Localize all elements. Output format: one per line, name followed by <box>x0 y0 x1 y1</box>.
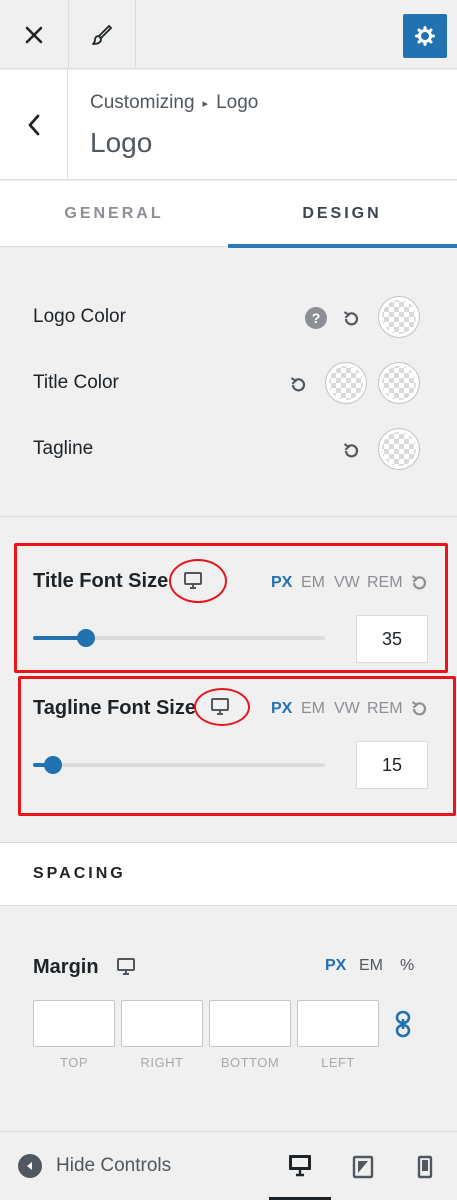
tab-design[interactable]: DESIGN <box>228 181 457 248</box>
margin-bottom-input[interactable] <box>209 1000 291 1047</box>
brush-icon <box>92 24 113 45</box>
margin-top-input[interactable] <box>33 1000 115 1047</box>
tagline-font-size-label: Tagline Font Size <box>33 697 196 719</box>
breadcrumb-parent: Customizing <box>90 92 195 113</box>
desktop-icon[interactable] <box>210 696 230 716</box>
collapse-icon <box>18 1154 42 1178</box>
tagline-color-swatch[interactable] <box>378 428 420 470</box>
title-color-label: Title Color <box>33 372 119 393</box>
unit-em[interactable]: EM <box>301 700 325 718</box>
close-button[interactable] <box>0 0 69 69</box>
spacing-section-header[interactable]: SPACING <box>0 842 457 906</box>
title-font-size-label: Title Font Size <box>33 570 169 592</box>
logo-color-label: Logo Color <box>33 306 126 327</box>
reset-icon[interactable] <box>409 573 429 593</box>
section-header: Customizing ▸ Logo Logo <box>0 70 457 180</box>
customize-style-button[interactable] <box>69 0 136 69</box>
spacing-heading: SPACING <box>33 865 126 882</box>
chevron-left-icon <box>28 114 39 136</box>
tagline-color-label: Tagline <box>33 438 94 459</box>
margin-bottom-label: BOTTOM <box>220 1055 280 1070</box>
close-icon <box>25 26 43 43</box>
desktop-icon[interactable] <box>183 570 203 590</box>
customizer-topbar <box>0 0 457 69</box>
back-button[interactable] <box>0 70 68 180</box>
title-font-size-input[interactable]: 35 <box>356 615 428 663</box>
tablet-icon <box>352 1155 374 1178</box>
tagline-color-row: Tagline <box>0 424 457 474</box>
unit-px[interactable]: PX <box>271 700 292 718</box>
help-icon[interactable]: ? <box>305 307 327 329</box>
unit-vw[interactable]: VW <box>334 574 360 592</box>
mobile-icon <box>417 1155 433 1178</box>
link-icon[interactable] <box>392 1010 414 1038</box>
unit-vw[interactable]: VW <box>334 700 360 718</box>
hide-controls-button[interactable]: Hide Controls <box>18 1154 171 1178</box>
logo-color-row: Logo Color ? <box>0 292 457 342</box>
breadcrumb: Customizing ▸ Logo <box>90 92 258 114</box>
unit-em[interactable]: EM <box>301 574 325 592</box>
tab-bar: GENERAL DESIGN <box>0 181 457 248</box>
page-title: Logo <box>90 127 153 158</box>
margin-left-input[interactable] <box>297 1000 379 1047</box>
unit-percent[interactable]: % <box>400 957 414 975</box>
margin-left-label: LEFT <box>321 1055 355 1070</box>
margin-right-input[interactable] <box>121 1000 203 1047</box>
reset-icon[interactable] <box>409 699 429 719</box>
breadcrumb-current: Logo <box>216 92 259 113</box>
preview-tablet-button[interactable] <box>332 1132 394 1200</box>
desktop-icon <box>289 1154 311 1176</box>
tagline-font-size-slider-handle[interactable] <box>44 756 62 774</box>
active-tab-indicator <box>228 244 457 248</box>
title-font-size-slider-handle[interactable] <box>77 629 95 647</box>
divider <box>0 516 457 517</box>
tagline-font-size-input[interactable]: 15 <box>356 741 428 789</box>
margin-right-label: RIGHT <box>140 1055 184 1070</box>
reset-icon[interactable] <box>341 309 361 329</box>
unit-px[interactable]: PX <box>325 957 346 975</box>
unit-rem[interactable]: REM <box>367 574 403 592</box>
gear-icon <box>415 26 435 46</box>
breadcrumb-separator-icon: ▸ <box>202 97 209 110</box>
unit-px[interactable]: PX <box>271 574 292 592</box>
title-color-row: Title Color <box>0 358 457 408</box>
margin-top-label: TOP <box>60 1055 88 1070</box>
tab-general[interactable]: GENERAL <box>0 181 228 247</box>
hide-controls-label: Hide Controls <box>56 1155 172 1176</box>
margin-label: Margin <box>33 956 99 978</box>
preview-mobile-button[interactable] <box>394 1132 456 1200</box>
tab-design-label: DESIGN <box>302 205 382 222</box>
title-hover-color-swatch[interactable] <box>378 362 420 404</box>
footer-bar: Hide Controls <box>0 1131 457 1200</box>
title-color-swatch[interactable] <box>325 362 367 404</box>
desktop-icon[interactable] <box>116 956 136 976</box>
reset-icon[interactable] <box>288 375 308 395</box>
unit-em[interactable]: EM <box>359 957 383 975</box>
tagline-font-size-slider-track[interactable] <box>33 763 325 767</box>
reset-icon[interactable] <box>341 441 361 461</box>
preview-desktop-button[interactable] <box>269 1132 331 1200</box>
settings-button[interactable] <box>403 14 447 58</box>
logo-color-swatch[interactable] <box>378 296 420 338</box>
unit-rem[interactable]: REM <box>367 700 403 718</box>
